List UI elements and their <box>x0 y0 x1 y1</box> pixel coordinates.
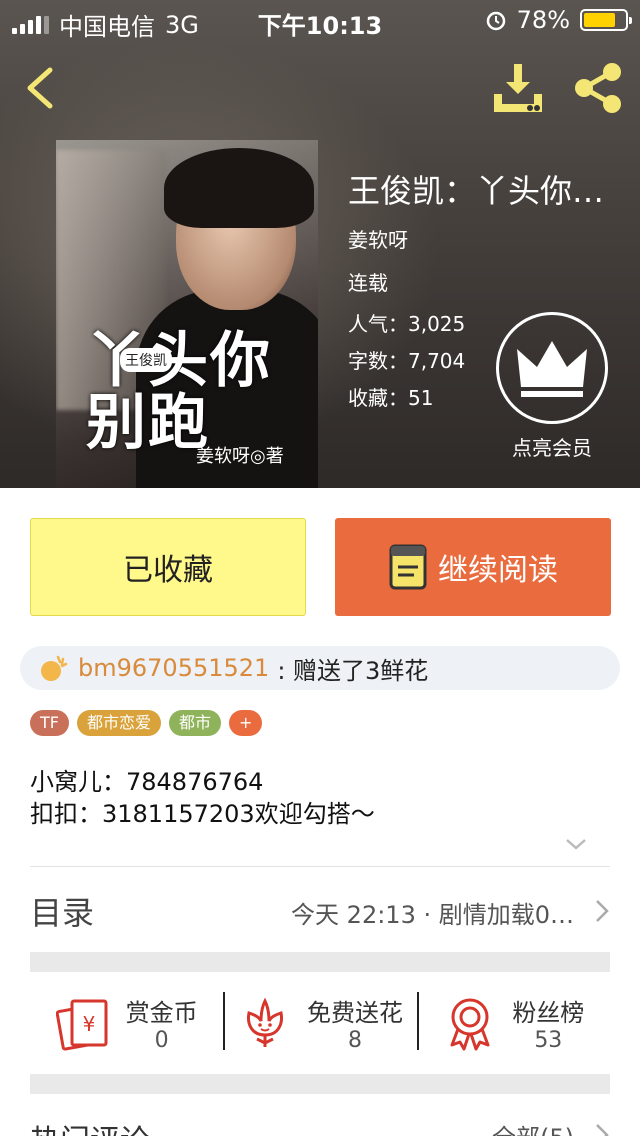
fan-ranking-button[interactable]: 粉丝榜 53 <box>416 978 610 1068</box>
toc-latest-update: 今天 22:13 · 剧情加载0… <box>291 901 574 929</box>
continue-reading-button[interactable]: 继续阅读 <box>335 518 611 616</box>
popularity-value: 3,025 <box>408 312 466 336</box>
flower-icon <box>247 997 283 1047</box>
all-comments-link[interactable]: 全部(5) <box>492 1118 574 1136</box>
cover-tag: 王俊凯 <box>120 348 172 372</box>
reward-coins-label: 赏金币 <box>125 999 198 1027</box>
section-divider <box>30 1074 610 1094</box>
chevron-down-icon[interactable] <box>564 836 588 852</box>
vip-button[interactable] <box>496 312 608 424</box>
hot-comments-header[interactable]: 热门评论 全部(5) <box>30 1112 610 1136</box>
word-count-value: 7,704 <box>408 349 466 373</box>
alarm-icon <box>486 11 505 31</box>
book-description: 小窝儿：784876764 扣扣：3181157203欢迎勾搭～ <box>30 766 375 830</box>
popularity: 人气：3,025 <box>348 308 465 337</box>
popularity-label: 人气： <box>348 312 408 336</box>
clap-icon <box>41 655 68 681</box>
reward-coins-value: 0 <box>154 1028 169 1053</box>
share-icon[interactable] <box>570 60 626 116</box>
battery-icon <box>580 9 632 31</box>
book-icon <box>389 544 427 590</box>
cover-title: 丫头你别跑 <box>86 326 272 458</box>
book-cover[interactable]: 丫头你别跑 王俊凯 姜软呀◎著 <box>56 140 318 488</box>
crown-icon <box>517 341 587 397</box>
battery-percent: 78% <box>516 6 570 34</box>
favorited-label: 已收藏 <box>123 553 213 588</box>
stats-bar: ¥ 赏金币 0 免费送花 8 粉丝榜 53 <box>30 978 610 1068</box>
tag-item[interactable]: 都市恋爱 <box>76 710 161 736</box>
gift-banner[interactable]: bm9670551521 : 赠送了3鲜花 <box>20 646 620 690</box>
section-divider <box>30 952 610 972</box>
word-count: 字数：7,704 <box>348 345 465 374</box>
favorites-value: 51 <box>408 386 434 410</box>
favorites-label: 收藏： <box>348 386 408 410</box>
chevron-right-icon <box>596 1124 609 1136</box>
description-line: 小窝儿：784876764 <box>30 768 264 796</box>
book-status: 连载 <box>348 271 388 295</box>
free-flowers-label: 免费送花 <box>306 999 403 1027</box>
add-tag-button[interactable]: + <box>229 710 263 736</box>
book-detail: 已收藏 继续阅读 bm9670551521 : 赠送了3鲜花 TF 都市恋爱 都… <box>0 488 640 1136</box>
favorited-button[interactable]: 已收藏 <box>30 518 306 616</box>
continue-reading-label: 继续阅读 <box>438 553 558 588</box>
download-icon[interactable] <box>490 60 546 116</box>
reward-coins-button[interactable]: ¥ 赏金币 0 <box>30 978 223 1068</box>
book-author[interactable]: 姜软呀 <box>348 224 408 253</box>
gift-message: : 赠送了3鲜花 <box>277 656 429 685</box>
free-flowers-button[interactable]: 免费送花 8 <box>223 978 416 1068</box>
toc-row[interactable]: 目录 今天 22:13 · 剧情加载0… <box>30 880 610 940</box>
back-arrow-icon[interactable] <box>20 64 60 112</box>
divider <box>30 866 610 867</box>
hot-comments-label: 热门评论 <box>30 1116 150 1136</box>
cover-author: 姜软呀◎著 <box>196 446 284 467</box>
favorites-count: 收藏：51 <box>348 382 433 411</box>
book-title: 王俊凯：丫头你… <box>348 172 605 210</box>
word-count-label: 字数： <box>348 349 408 373</box>
medal-icon <box>450 998 490 1051</box>
vip-label[interactable]: 点亮会员 <box>490 432 614 461</box>
fan-ranking-value: 53 <box>534 1028 563 1053</box>
description-line: 扣扣：3181157203欢迎勾搭～ <box>30 800 375 828</box>
toc-label: 目录 <box>30 894 95 932</box>
svg-text:¥: ¥ <box>82 1012 95 1036</box>
chevron-right-icon <box>596 900 609 922</box>
tag-item[interactable]: 都市 <box>169 710 222 736</box>
red-envelope-icon: ¥ <box>55 999 108 1051</box>
book-header: 中国电信 3G 下午10:13 78% 丫头你别跑 王俊凯 姜软呀◎著 王俊凯：… <box>0 0 640 488</box>
tag-item[interactable]: TF <box>30 710 69 736</box>
free-flowers-value: 8 <box>347 1028 362 1053</box>
tag-list: TF 都市恋爱 都市 + <box>30 710 263 736</box>
fan-ranking-label: 粉丝榜 <box>512 999 585 1027</box>
gift-user[interactable]: bm9670551521 <box>78 654 269 682</box>
status-bar: 中国电信 3G 下午10:13 78% <box>0 0 640 41</box>
